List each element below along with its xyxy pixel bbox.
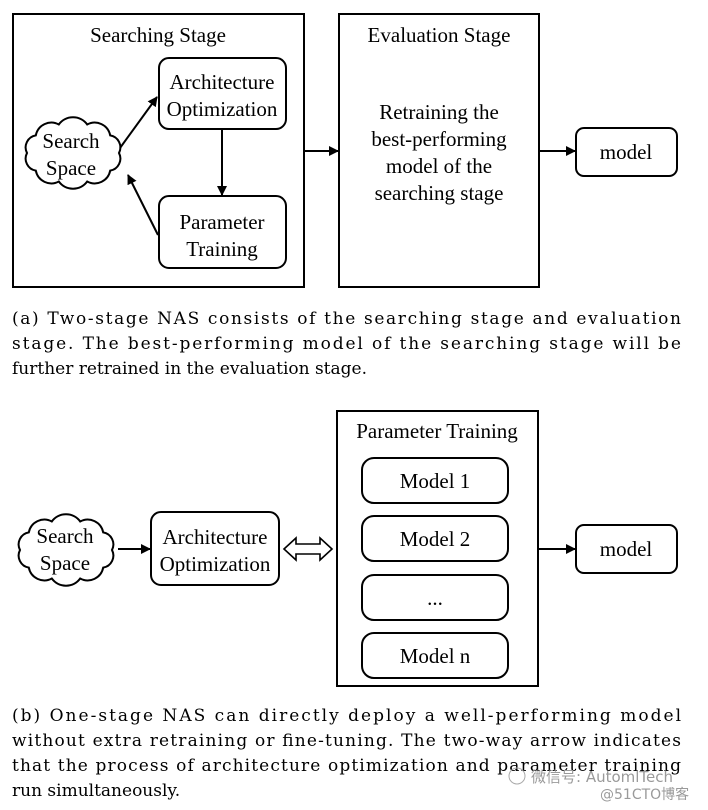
search-space-b-label-2: Space	[40, 551, 90, 575]
model-label: Model 2	[400, 527, 471, 551]
param-training-label-1: Parameter	[179, 210, 264, 234]
watermark-line-1: 微信号: AutomlTech	[531, 768, 673, 786]
eval-text-1: Retraining the	[379, 100, 499, 124]
arch-opt-label-1: Architecture	[170, 70, 275, 94]
arch-opt-b-label-2: Optimization	[160, 552, 271, 576]
caption-b-line-4: run simultaneously.	[12, 781, 180, 801]
evaluation-stage-title: Evaluation Stage	[368, 23, 511, 47]
arch-opt-b-label-1: Architecture	[163, 525, 268, 549]
model-label: ...	[427, 586, 443, 610]
eval-text-4: searching stage	[375, 181, 504, 205]
arch-opt-label-2: Optimization	[167, 97, 278, 121]
searching-stage-title: Searching Stage	[90, 23, 226, 47]
search-space-label-2: Space	[46, 156, 96, 180]
caption-a-line-3: further retrained in the evaluation stag…	[12, 359, 367, 379]
watermark-line-2: @51CTO博客	[600, 786, 689, 803]
search-space-label-1: Search	[42, 129, 100, 153]
search-space-b-label-1: Search	[36, 524, 94, 548]
model-label: Model n	[400, 644, 471, 668]
param-training-label-2: Training	[186, 237, 258, 261]
caption-b-line-2: without extra retraining or fine-tuning.…	[12, 731, 681, 751]
model-label-a: model	[600, 140, 653, 164]
eval-text-2: best-performing	[371, 127, 507, 151]
caption-a-line-2: stage. The best-performing model of the …	[12, 334, 681, 354]
eval-text-3: model of the	[386, 154, 492, 178]
caption-b-line-1: (b) One-stage NAS can directly deploy a …	[12, 706, 681, 726]
model-label-b: model	[600, 537, 653, 561]
parameter-training-b-title: Parameter Training	[356, 419, 518, 443]
model-label: Model 1	[400, 469, 471, 493]
nas-diagram: Searching Stage Search Space Architectur…	[12, 13, 689, 803]
caption-a-line-1: (a) Two-stage NAS consists of the search…	[12, 309, 681, 329]
two-way-arrow	[282, 536, 334, 562]
